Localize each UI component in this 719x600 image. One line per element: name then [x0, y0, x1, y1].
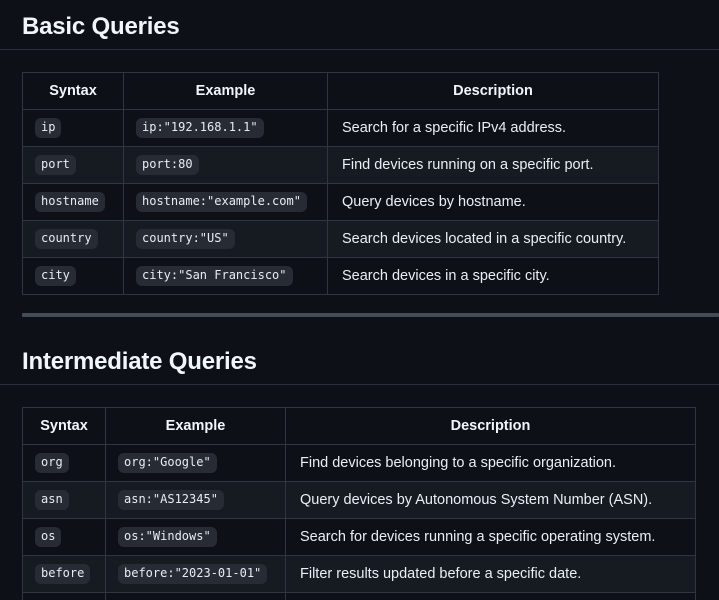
- cell-description: Search for devices running a specific op…: [285, 518, 696, 556]
- column-header-description: Description: [285, 407, 696, 445]
- cell-example: country:"US": [123, 220, 328, 258]
- documentation-page: Basic Queries Syntax Example Description…: [0, 0, 719, 600]
- cell-description: Search for a specific IPv4 address.: [327, 109, 659, 147]
- column-header-example: Example: [123, 72, 328, 110]
- cell-syntax: asn: [22, 481, 106, 519]
- cell-description: Find devices belonging to a specific org…: [285, 444, 696, 482]
- cell-description: Query devices by hostname.: [327, 183, 659, 221]
- cell-example: ip:"192.168.1.1": [123, 109, 328, 147]
- column-header-syntax: Syntax: [22, 72, 124, 110]
- cell-description: Filter results updated after a specific …: [285, 592, 696, 600]
- cell-description: Query devices by Autonomous System Numbe…: [285, 481, 696, 519]
- syntax-code-chip: ip: [35, 118, 62, 138]
- cell-example: city:"San Francisco": [123, 257, 328, 295]
- cell-syntax: os: [22, 518, 106, 556]
- section-heading-intermediate-queries: Intermediate Queries: [22, 348, 257, 375]
- cell-syntax: before: [22, 555, 106, 593]
- syntax-code-chip: city: [35, 266, 76, 286]
- table-header-row: Syntax Example Description: [22, 407, 696, 445]
- example-code-chip: port:80: [136, 155, 199, 175]
- cell-syntax: org: [22, 444, 106, 482]
- table-row: country country:"US" Search devices loca…: [22, 220, 659, 258]
- intermediate-queries-table: Syntax Example Description org org:"Goog…: [22, 407, 696, 600]
- cell-syntax: after: [22, 592, 106, 600]
- cell-example: port:80: [123, 146, 328, 184]
- cell-description: Filter results updated before a specific…: [285, 555, 696, 593]
- syntax-code-chip: os: [35, 527, 62, 547]
- table-row: port port:80 Find devices running on a s…: [22, 146, 659, 184]
- cell-description: Search devices located in a specific cou…: [327, 220, 659, 258]
- column-header-description: Description: [327, 72, 659, 110]
- example-code-chip: ip:"192.168.1.1": [136, 118, 264, 138]
- syntax-code-chip: port: [35, 155, 76, 175]
- cell-example: org:"Google": [105, 444, 286, 482]
- table-row: hostname hostname:"example.com" Query de…: [22, 183, 659, 221]
- cell-example: after:"2022-12-31": [105, 592, 286, 600]
- cell-example: hostname:"example.com": [123, 183, 328, 221]
- heading-underline-basic: [0, 49, 719, 50]
- table-row: before before:"2023-01-01" Filter result…: [22, 555, 696, 593]
- cell-description: Search devices in a specific city.: [327, 257, 659, 295]
- example-code-chip: org:"Google": [118, 453, 217, 473]
- syntax-code-chip: hostname: [35, 192, 105, 212]
- example-code-chip: os:"Windows": [118, 527, 217, 547]
- table-row: ip ip:"192.168.1.1" Search for a specifi…: [22, 109, 659, 147]
- table-row: after after:"2022-12-31" Filter results …: [22, 592, 696, 600]
- example-code-chip: country:"US": [136, 229, 235, 249]
- cell-syntax: city: [22, 257, 124, 295]
- table-row: city city:"San Francisco" Search devices…: [22, 257, 659, 295]
- syntax-code-chip: asn: [35, 490, 69, 510]
- column-header-example: Example: [105, 407, 286, 445]
- table-row: asn asn:"AS12345" Query devices by Auton…: [22, 481, 696, 519]
- heading-underline-intermediate: [0, 384, 719, 385]
- column-header-syntax: Syntax: [22, 407, 106, 445]
- table-header-row: Syntax Example Description: [22, 72, 659, 110]
- example-code-chip: hostname:"example.com": [136, 192, 307, 212]
- syntax-code-chip: org: [35, 453, 69, 473]
- cell-syntax: country: [22, 220, 124, 258]
- basic-queries-table: Syntax Example Description ip ip:"192.16…: [22, 72, 659, 295]
- table-row: os os:"Windows" Search for devices runni…: [22, 518, 696, 556]
- table-row: org org:"Google" Find devices belonging …: [22, 444, 696, 482]
- example-code-chip: asn:"AS12345": [118, 490, 224, 510]
- syntax-code-chip: before: [35, 564, 91, 584]
- cell-example: os:"Windows": [105, 518, 286, 556]
- cell-syntax: hostname: [22, 183, 124, 221]
- cell-description: Find devices running on a specific port.: [327, 146, 659, 184]
- example-code-chip: city:"San Francisco": [136, 266, 293, 286]
- example-code-chip: before:"2023-01-01": [118, 564, 268, 584]
- cell-syntax: port: [22, 146, 124, 184]
- cell-example: asn:"AS12345": [105, 481, 286, 519]
- cell-example: before:"2023-01-01": [105, 555, 286, 593]
- section-heading-basic-queries: Basic Queries: [22, 13, 180, 40]
- cell-syntax: ip: [22, 109, 124, 147]
- syntax-code-chip: country: [35, 229, 98, 249]
